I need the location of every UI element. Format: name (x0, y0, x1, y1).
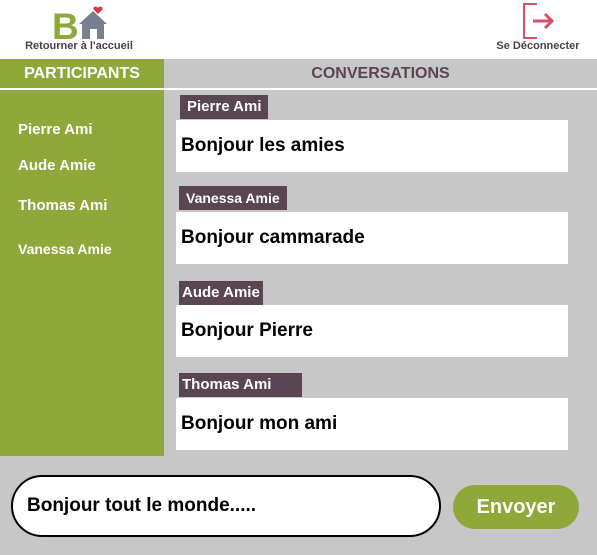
participant-item[interactable]: Vanessa Amie (18, 241, 112, 257)
logout-icon (523, 3, 555, 39)
composer-bar: Envoyer (0, 456, 597, 555)
participant-item[interactable]: Thomas Ami (18, 197, 107, 214)
message-author: Aude Amie (179, 281, 263, 305)
message-text: Bonjour mon ami (176, 398, 568, 450)
message-input[interactable] (11, 475, 441, 537)
message-author: Thomas Ami (179, 373, 302, 397)
conversations-title: CONVERSATIONS (164, 59, 597, 90)
participant-item[interactable]: Aude Amie (18, 157, 96, 174)
logout-label: Se Déconnecter (496, 40, 580, 52)
message-text: Bonjour cammarade (176, 212, 568, 264)
logout-link[interactable]: Se Déconnecter (493, 2, 583, 56)
home-logo-icon: B (52, 6, 107, 42)
home-label: Retourner à l'accueil (25, 40, 133, 52)
message-text: Bonjour les amies (176, 120, 568, 172)
conversations-panel: CONVERSATIONS Pierre Ami Bonjour les ami… (164, 59, 597, 456)
message-text: Bonjour Pierre (176, 305, 568, 357)
send-button[interactable]: Envoyer (453, 485, 579, 529)
home-link[interactable]: B Retourner à l'accueil (22, 2, 136, 56)
participant-item[interactable]: Pierre Ami (18, 121, 92, 138)
message-author: Vanessa Amie (179, 186, 287, 210)
participants-title: PARTICIPANTS (0, 59, 164, 90)
top-bar: B Retourner à l'accueil Se Déconnecter (0, 0, 597, 58)
participants-panel: PARTICIPANTS Pierre Ami Aude Amie Thomas… (0, 59, 164, 456)
svg-text:B: B (52, 6, 79, 42)
message-author: Pierre Ami (180, 95, 269, 119)
